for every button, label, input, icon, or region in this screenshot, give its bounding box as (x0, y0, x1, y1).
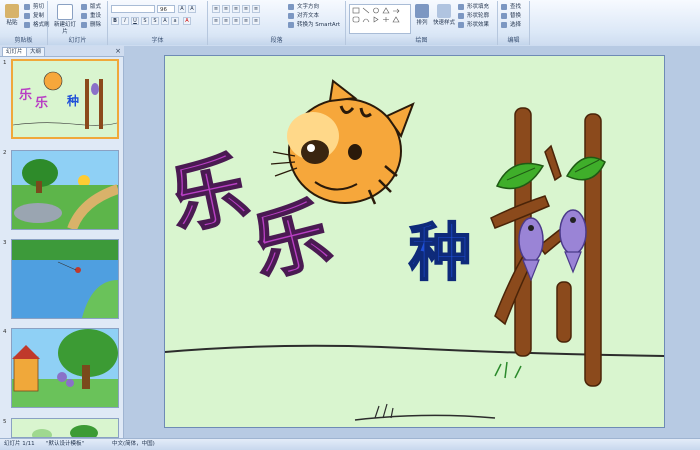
bold-icon[interactable]: B (111, 17, 119, 25)
panel-tabs: 幻灯片 大纲 × (0, 46, 124, 57)
align-right-icon[interactable]: ≡ (232, 17, 240, 25)
spacing-icon[interactable]: A (161, 17, 169, 25)
new-slide-button[interactable]: 新建幻灯片 (52, 3, 78, 35)
slides-group: 新建幻灯片 版式 重设 删除 幻灯片 (48, 1, 108, 45)
drawing-group: 排列 快速样式 形状填充 形状轮廓 形状效果 绘图 (346, 1, 498, 45)
paste-button[interactable]: 粘贴 (2, 3, 22, 33)
slide-artwork: 乐 乐 种 (165, 79, 664, 421)
clipboard-group: 粘贴 剪切 复制 格式刷 剪贴板 (0, 1, 50, 45)
thumbnail-number: 4 (3, 329, 7, 335)
case-icon[interactable]: a (171, 17, 179, 25)
shadow-icon[interactable]: S (151, 17, 159, 25)
shape-fill-button[interactable]: 形状填充 (458, 3, 489, 11)
slide-indicator: 幻灯片 1/11 (4, 441, 35, 447)
thumbnail-5-image (32, 425, 98, 437)
status-bar: 幻灯片 1/11 "默认设计模板" 中文(简体，中国) (0, 438, 700, 450)
theme-name: "默认设计模板" (46, 441, 85, 447)
font-color-icon[interactable]: A (183, 17, 191, 25)
shape-outline-button[interactable]: 形状轮廓 (458, 12, 489, 20)
copy-button[interactable]: 复制 (24, 12, 44, 20)
slide-thumbnail-5[interactable] (11, 418, 119, 438)
justify-icon[interactable]: ≡ (242, 17, 250, 25)
editing-label: 编辑 (498, 37, 529, 45)
thumbnail-3-image (12, 240, 118, 318)
slide-thumbnail-1[interactable]: 乐 乐 种 (11, 59, 119, 139)
slide-char-le-2: 乐 (243, 188, 338, 293)
find-button[interactable]: 查找 (501, 3, 521, 11)
svg-text:种: 种 (66, 93, 79, 108)
slides-panel: 幻灯片 大纲 × 1 乐 乐 种 2 3 4 5 (0, 46, 124, 438)
language-indicator[interactable]: 中文(简体，中国) (112, 439, 155, 450)
numbering-icon[interactable]: ≡ (222, 5, 230, 13)
drawing-label: 绘图 (346, 37, 497, 45)
font-group: 96 A A B I U S S A a A 字体 (108, 1, 208, 45)
thumbnail-number: 1 (3, 60, 7, 66)
text-direction-button[interactable]: 文字方向 (288, 3, 319, 11)
slide-char-zhong: 种 (409, 216, 471, 289)
leaf-icon (495, 162, 545, 190)
close-icon[interactable]: × (115, 46, 121, 56)
underline-icon[interactable]: U (131, 17, 139, 25)
format-painter-button[interactable]: 格式刷 (24, 21, 50, 29)
tab-outline[interactable]: 大纲 (26, 47, 46, 56)
slide-canvas[interactable]: 乐 乐 种 (164, 55, 665, 428)
thumbnail-number: 5 (3, 419, 7, 425)
fish-icon (559, 209, 587, 274)
smartart-button[interactable]: 转换为 SmartArt (288, 21, 340, 29)
slide-thumbnail-2[interactable] (11, 150, 119, 230)
arrange-button[interactable]: 排列 (412, 3, 432, 33)
font-label: 字体 (108, 37, 207, 45)
slides-label: 幻灯片 (48, 37, 107, 45)
shrink-font-icon[interactable]: A (188, 5, 196, 13)
columns-icon[interactable]: ≡ (252, 17, 260, 25)
paragraph-group: ≡ ≡ ≡ ≡ ≡ ≡ ≡ ≡ ≡ ≡ 文字方向 对齐文本 转换为 SmartA… (208, 1, 346, 45)
grass-icon (374, 403, 394, 419)
ribbon: 粘贴 剪切 复制 格式刷 剪贴板 新建幻灯片 版式 重设 删除 幻灯片 96 A… (0, 0, 700, 47)
shape-effects-button[interactable]: 形状效果 (458, 21, 489, 29)
editing-group: 查找 替换 选择 编辑 (498, 1, 530, 45)
align-text-button[interactable]: 对齐文本 (288, 12, 319, 20)
thumbnail-2-image (12, 151, 118, 229)
layout-button[interactable]: 版式 (81, 3, 101, 11)
paste-icon (5, 4, 19, 18)
arrange-icon (415, 4, 429, 18)
slide-char-le-1: 乐 (165, 142, 255, 245)
paragraph-label: 段落 (208, 37, 345, 45)
tab-slides[interactable]: 幻灯片 (2, 47, 27, 56)
italic-icon[interactable]: I (121, 17, 129, 25)
grass-icon (494, 361, 522, 379)
slide-char-shu-tree (490, 107, 602, 387)
slide-thumbnail-3[interactable] (11, 239, 119, 319)
line-spacing-icon[interactable]: ≡ (252, 5, 260, 13)
font-size-field[interactable]: 96 (157, 5, 175, 13)
svg-text:乐: 乐 (35, 95, 48, 111)
tiger-head-icon (270, 79, 415, 205)
font-name-field[interactable] (111, 5, 155, 13)
cut-button[interactable]: 剪切 (24, 3, 44, 11)
thumbnail-number: 2 (3, 150, 7, 156)
bullets-icon[interactable]: ≡ (212, 5, 220, 13)
shapes-gallery-icon (352, 7, 400, 23)
delete-slide-button[interactable]: 删除 (81, 21, 101, 29)
reset-button[interactable]: 重设 (81, 12, 101, 20)
thumbnail-1-image: 乐 乐 种 (13, 71, 117, 129)
quick-styles-button[interactable]: 快速样式 (432, 3, 456, 33)
clipboard-label: 剪贴板 (0, 37, 47, 45)
shapes-gallery[interactable] (349, 4, 411, 34)
decrease-indent-icon[interactable]: ≡ (232, 5, 240, 13)
svg-text:乐: 乐 (19, 87, 32, 103)
increase-indent-icon[interactable]: ≡ (242, 5, 250, 13)
replace-button[interactable]: 替换 (501, 12, 521, 20)
align-center-icon[interactable]: ≡ (222, 17, 230, 25)
strikethrough-icon[interactable]: S (141, 17, 149, 25)
thumbnail-number: 3 (3, 240, 7, 246)
new-slide-icon (57, 4, 73, 20)
slide-thumbnail-4[interactable] (11, 328, 119, 408)
quick-styles-icon (437, 4, 451, 18)
thumbnail-4-image (12, 329, 118, 407)
align-left-icon[interactable]: ≡ (212, 17, 220, 25)
grow-font-icon[interactable]: A (178, 5, 186, 13)
select-button[interactable]: 选择 (501, 21, 521, 29)
